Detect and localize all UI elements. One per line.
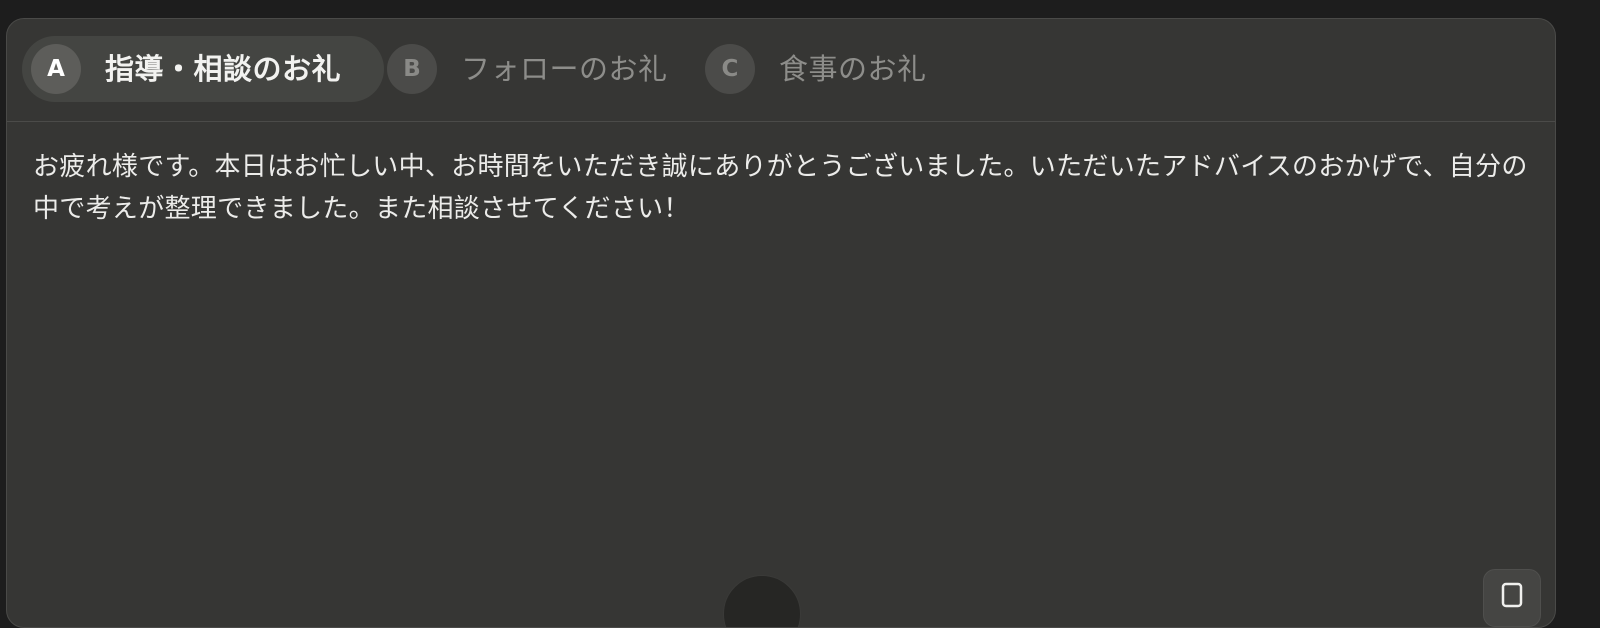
tab-c[interactable]: C 食事のお礼 [696,36,956,102]
tab-b-letter: B [387,44,437,94]
tab-c-label: 食事のお礼 [779,52,927,86]
copy-icon [1501,582,1523,608]
tab-c-letter: C [705,44,755,94]
copy-button[interactable] [1483,569,1541,627]
message-card: A 指導・相談のお礼 B フォローのお礼 C 食事のお礼 お疲れ様です。本日はお… [6,18,1556,628]
tab-a[interactable]: A 指導・相談のお礼 [22,36,384,102]
message-text: お疲れ様です。本日はお忙しい中、お時間をいただき誠にありがとうございました。いた… [33,152,1528,224]
tab-a-label: 指導・相談のお礼 [105,52,342,86]
template-tab-bar: A 指導・相談のお礼 B フォローのお礼 C 食事のお礼 [7,19,1555,122]
tab-b[interactable]: B フォローのお礼 [378,36,698,102]
bottom-round-control[interactable] [723,575,801,627]
tab-a-letter: A [31,44,81,94]
tab-b-label: フォローのお礼 [461,52,668,86]
